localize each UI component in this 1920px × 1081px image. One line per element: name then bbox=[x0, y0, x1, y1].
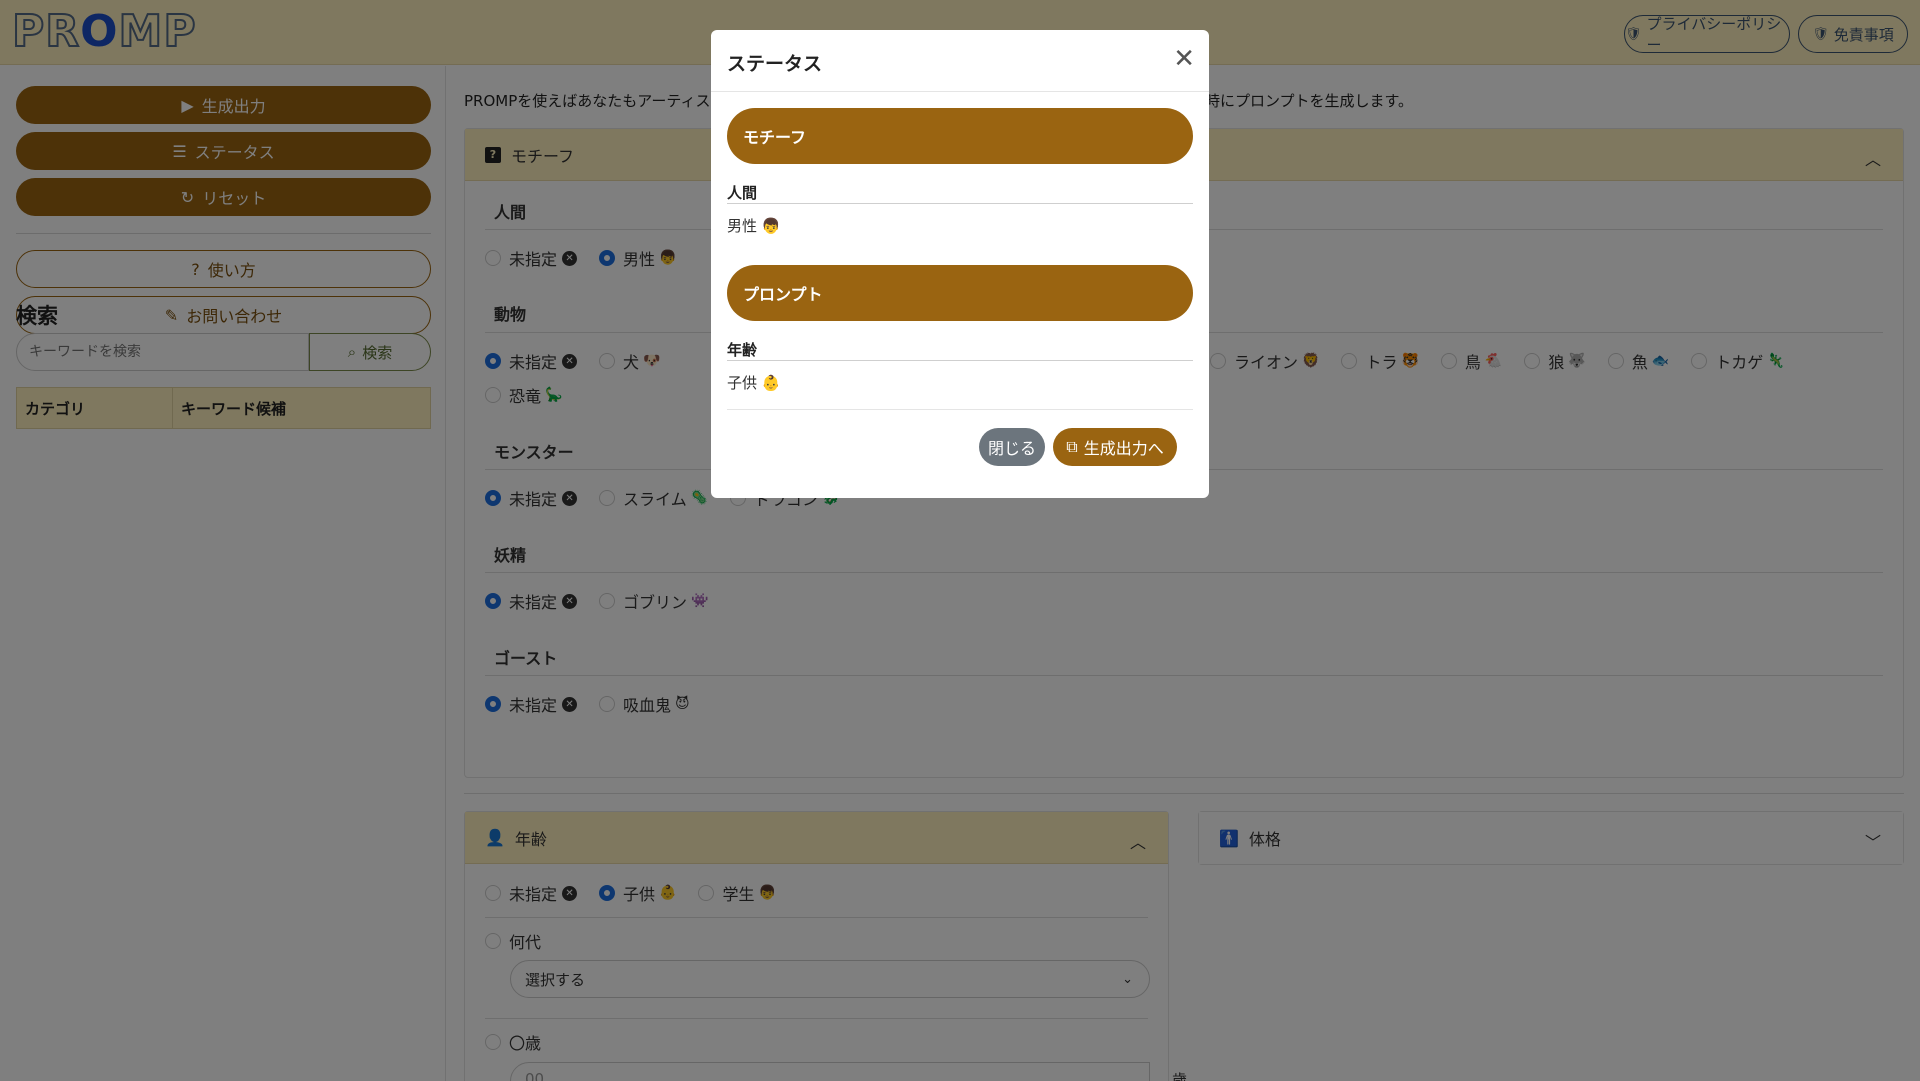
modal-divider bbox=[727, 203, 1193, 204]
motif-section-header: モチーフ bbox=[727, 108, 1193, 164]
modal-title: ステータス bbox=[727, 53, 823, 75]
prompt-section-header: プロンプト bbox=[727, 265, 1193, 321]
boy-icon: 👦 bbox=[761, 217, 781, 235]
modal-footer-divider bbox=[727, 409, 1193, 410]
status-modal: ステータス ✕ モチーフ 人間 男性 👦 プロンプト 年齢 子供 👶 閉じる ⧉… bbox=[711, 30, 1209, 498]
modal-header: ステータス ✕ bbox=[711, 30, 1209, 92]
human-label: 人間 bbox=[727, 184, 758, 202]
close-icon[interactable]: ✕ bbox=[1173, 44, 1195, 74]
age-value: 子供 👶 bbox=[727, 372, 780, 393]
go-generate-label: 生成出力へ bbox=[1083, 439, 1164, 458]
modal-close-button[interactable]: 閉じる bbox=[979, 428, 1045, 466]
human-value: 男性 👦 bbox=[727, 215, 780, 236]
age-value-text: 子供 bbox=[727, 374, 758, 392]
baby-icon: 👶 bbox=[761, 374, 781, 392]
external-link-icon: ⧉ bbox=[1066, 437, 1078, 456]
modal-divider bbox=[727, 360, 1193, 361]
go-generate-button[interactable]: ⧉ 生成出力へ bbox=[1053, 428, 1177, 466]
age-label: 年齢 bbox=[727, 341, 758, 359]
human-value-text: 男性 bbox=[727, 217, 758, 235]
